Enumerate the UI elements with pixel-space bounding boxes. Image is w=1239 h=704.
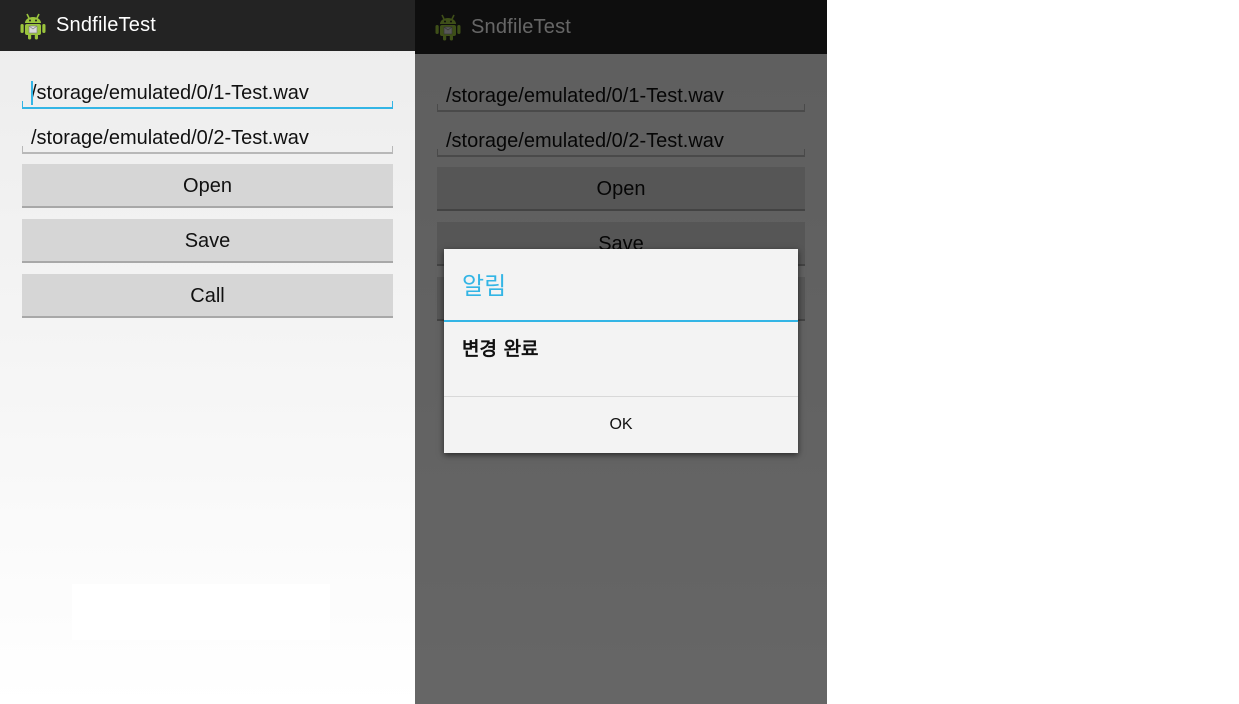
ok-button[interactable]: OK: [444, 397, 798, 451]
form-container: /storage/emulated/0/1-Test.wav /storage/…: [22, 71, 393, 318]
text-cursor: [31, 81, 33, 105]
open-button[interactable]: Open: [22, 164, 393, 208]
save-button[interactable]: Save: [22, 219, 393, 263]
dialog-message: 변경 완료: [444, 322, 798, 397]
app-title: SndfileTest: [56, 14, 157, 36]
alert-dialog: 알림 변경 완료 OK: [444, 249, 798, 453]
action-bar: SndfileTest: [0, 0, 415, 51]
blank-area: [72, 584, 330, 640]
android-robot-icon: [20, 13, 46, 39]
path1-input[interactable]: /storage/emulated/0/1-Test.wav: [22, 71, 393, 109]
dialog-title: 알림: [444, 249, 798, 322]
phone-screen-dialog: SndfileTest /storage/emulated/0/1-Test.w…: [415, 0, 827, 704]
phone-screen-main: SndfileTest /storage/emulated/0/1-Test.w…: [0, 0, 415, 704]
call-button[interactable]: Call: [22, 274, 393, 318]
path2-input[interactable]: /storage/emulated/0/2-Test.wav: [22, 116, 393, 154]
